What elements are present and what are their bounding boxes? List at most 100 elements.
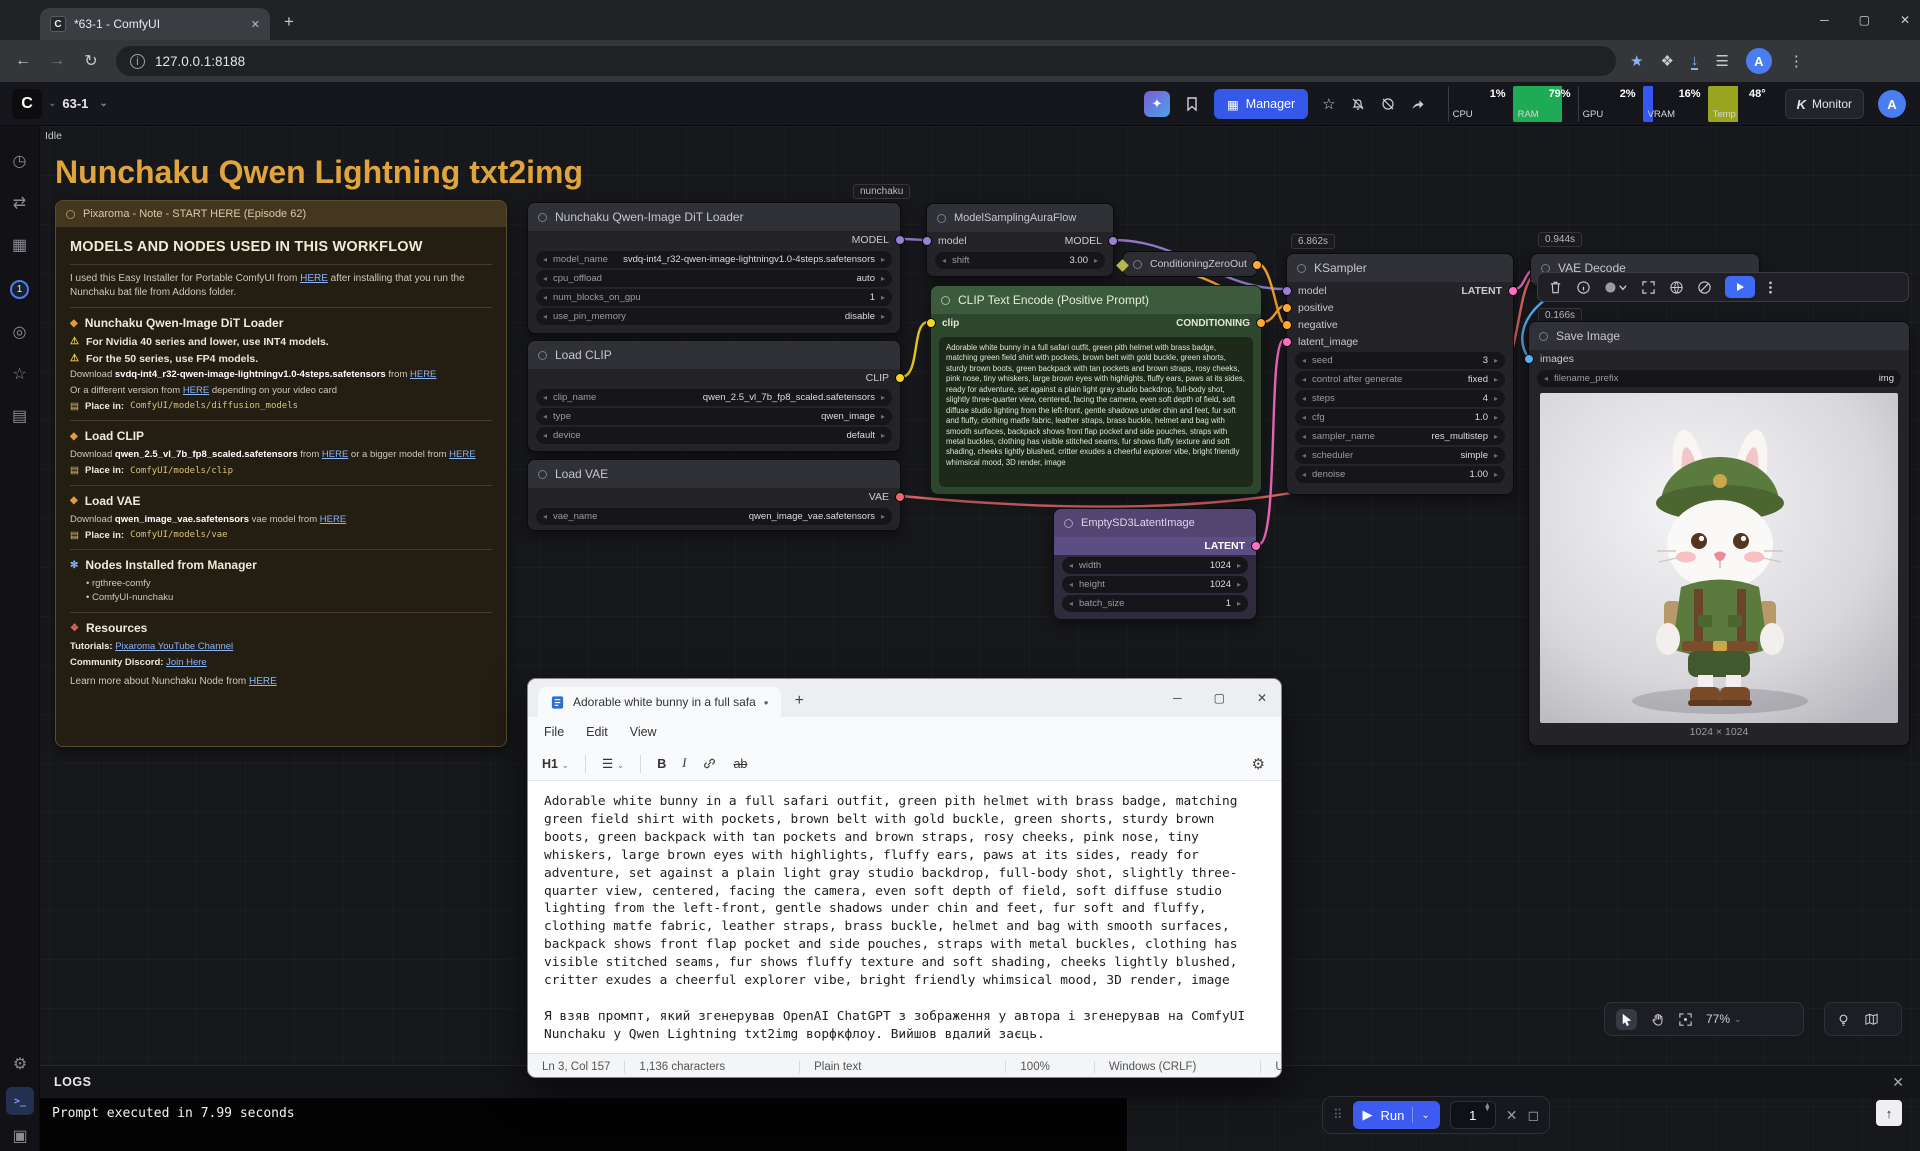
latent-output-port[interactable]: [1251, 541, 1261, 551]
pan-tool-icon[interactable]: [1650, 1012, 1665, 1027]
latent-output-port[interactable]: [1508, 286, 1518, 296]
logo-chevron-icon[interactable]: ⌄: [48, 98, 56, 109]
link[interactable]: HERE: [183, 385, 209, 396]
comfyui-logo[interactable]: C: [12, 89, 42, 119]
node-ksampler[interactable]: KSampler modelLATENT positive negative l…: [1286, 253, 1514, 495]
combo-right-icon[interactable]: ▸: [881, 255, 885, 264]
combo-right-icon[interactable]: ▸: [1237, 599, 1241, 608]
forward-icon[interactable]: →: [40, 52, 74, 70]
node-load-vae[interactable]: Load VAE VAE ◂vae_nameqwen_image_vae.saf…: [527, 459, 901, 531]
browser-menu-lines-icon[interactable]: ☰: [1715, 52, 1728, 70]
terminal-logs-icon[interactable]: >_: [6, 1087, 34, 1115]
pin-node-icon[interactable]: [1669, 280, 1684, 295]
widget-denoise[interactable]: ◂denoise1.00▸: [1295, 466, 1505, 483]
model-input-port[interactable]: [922, 236, 932, 246]
history-icon[interactable]: ◷: [13, 154, 27, 170]
collapse-dot-icon[interactable]: [66, 210, 75, 219]
widget-vae-name[interactable]: ◂vae_nameqwen_image_vae.safetensors▸: [536, 508, 892, 525]
model-output-port[interactable]: [895, 235, 905, 245]
widget-width[interactable]: ◂width1024▸: [1062, 557, 1248, 574]
user-avatar[interactable]: A: [1878, 90, 1906, 118]
logs-close-icon[interactable]: ✕: [1892, 1074, 1904, 1091]
combo-left-icon[interactable]: ◂: [543, 412, 547, 421]
positive-input-port[interactable]: [1282, 303, 1292, 313]
notepad-text-area[interactable]: Adorable white bunny in a full safari ou…: [528, 781, 1281, 1053]
combo-right-icon[interactable]: ▸: [1494, 375, 1498, 384]
list-button[interactable]: ☰ ⌄: [602, 756, 624, 771]
images-input-port[interactable]: [1524, 354, 1534, 364]
combo-left-icon[interactable]: ◂: [1544, 374, 1548, 383]
node-dit-loader[interactable]: Nunchaku Qwen-Image DiT Loader MODEL ◂mo…: [527, 202, 901, 334]
combo-left-icon[interactable]: ◂: [543, 393, 547, 402]
combo-left-icon[interactable]: ◂: [1302, 432, 1306, 441]
combo-right-icon[interactable]: ▸: [881, 293, 885, 302]
scroll-to-bottom-button[interactable]: ↑: [1876, 1100, 1902, 1126]
tab-close-icon[interactable]: ✕: [251, 18, 260, 31]
node-save-image[interactable]: Save Image images ◂filename_prefiximg: [1528, 321, 1910, 746]
downloads-icon[interactable]: ↓: [1691, 53, 1699, 70]
combo-left-icon[interactable]: ◂: [543, 274, 547, 283]
combo-right-icon[interactable]: ▸: [881, 312, 885, 321]
widget-filename-prefix[interactable]: ◂filename_prefiximg: [1537, 370, 1901, 387]
combo-right-icon[interactable]: ▸: [881, 412, 885, 421]
widget-batch-size[interactable]: ◂batch_size1▸: [1062, 595, 1248, 612]
workflows-icon[interactable]: ⇄: [13, 196, 26, 212]
info-icon[interactable]: [1576, 280, 1591, 295]
widget-num-blocks[interactable]: ◂num_blocks_on_gpu1▸: [536, 289, 892, 306]
collapse-dot-icon[interactable]: [1064, 519, 1073, 528]
notepad-new-tab-icon[interactable]: +: [795, 692, 804, 710]
link[interactable]: HERE: [449, 449, 475, 460]
workflow-chevron-icon[interactable]: ⌄: [99, 98, 107, 109]
italic-button[interactable]: I: [682, 756, 686, 771]
bookmark-star-icon[interactable]: ★: [1630, 52, 1643, 70]
link[interactable]: Join Here: [166, 657, 207, 668]
model-input-port[interactable]: [1282, 286, 1292, 296]
link[interactable]: HERE: [249, 676, 277, 687]
combo-right-icon[interactable]: ▸: [1494, 451, 1498, 460]
conditioning-output-port[interactable]: [1256, 318, 1266, 328]
combo-right-icon[interactable]: ▸: [881, 512, 885, 521]
delete-node-icon[interactable]: [1548, 280, 1563, 295]
combo-right-icon[interactable]: ▸: [1237, 561, 1241, 570]
prompt-text-widget[interactable]: Adorable white bunny in a full safari ou…: [939, 337, 1253, 487]
strikethrough-button[interactable]: ab: [733, 757, 747, 771]
combo-right-icon[interactable]: ▸: [1494, 470, 1498, 479]
select-tool-icon[interactable]: [1616, 1009, 1637, 1030]
workflow-tab[interactable]: 63-1 ⌄: [62, 96, 113, 111]
notepad-zoom[interactable]: 100%: [1005, 1061, 1063, 1073]
collapse-dot-icon[interactable]: [538, 213, 547, 222]
menu-view[interactable]: View: [630, 725, 657, 739]
node-header[interactable]: KSampler: [1287, 254, 1513, 282]
collapse-dot-icon[interactable]: [937, 214, 946, 223]
link-button[interactable]: [702, 756, 717, 771]
link[interactable]: HERE: [410, 369, 436, 380]
window-maximize-icon[interactable]: ▢: [1859, 13, 1870, 27]
site-info-icon[interactable]: i: [130, 54, 145, 69]
focus-mode-icon[interactable]: [1836, 1012, 1851, 1027]
link[interactable]: Pixaroma YouTube Channel: [115, 641, 233, 652]
widget-clip-name[interactable]: ◂clip_nameqwen_2.5_vl_7b_fp8_scaled.safe…: [536, 389, 892, 406]
notepad-minimize-icon[interactable]: ─: [1173, 691, 1182, 705]
model-output-port[interactable]: [1108, 236, 1118, 246]
widget-seed[interactable]: ◂seed3▸: [1295, 352, 1505, 369]
window-minimize-icon[interactable]: ─: [1820, 13, 1829, 27]
settings-gear-icon[interactable]: ⚙: [13, 1057, 27, 1073]
combo-left-icon[interactable]: ◂: [543, 512, 547, 521]
favorites-star-icon[interactable]: ☆: [1322, 95, 1335, 113]
new-tab-button[interactable]: +: [284, 12, 294, 32]
widget-model-name[interactable]: ◂model_namesvdq-int4_r32-qwen-image-ligh…: [536, 251, 892, 268]
notepad-settings-icon[interactable]: ⚙: [1252, 755, 1265, 773]
browser-kebab-icon[interactable]: ⋮: [1789, 52, 1804, 70]
link[interactable]: HERE: [300, 273, 328, 284]
clear-queue-icon[interactable]: ✕: [1506, 1107, 1518, 1124]
interrupt-icon[interactable]: ◻: [1528, 1107, 1540, 1124]
clip-output-port[interactable]: [895, 373, 905, 383]
notepad-close-icon[interactable]: ✕: [1257, 691, 1267, 705]
bypass-node-icon[interactable]: [1697, 280, 1712, 295]
combo-right-icon[interactable]: ▸: [881, 393, 885, 402]
heading-style-button[interactable]: H1 ⌄: [542, 757, 569, 771]
node-model-sampling-auraflow[interactable]: ModelSamplingAuraFlow modelMODEL ◂shift3…: [926, 203, 1114, 277]
logs-console[interactable]: Prompt executed in 7.99 seconds: [40, 1098, 1127, 1151]
node-header[interactable]: CLIP Text Encode (Positive Prompt): [931, 286, 1261, 314]
combo-left-icon[interactable]: ◂: [1302, 375, 1306, 384]
